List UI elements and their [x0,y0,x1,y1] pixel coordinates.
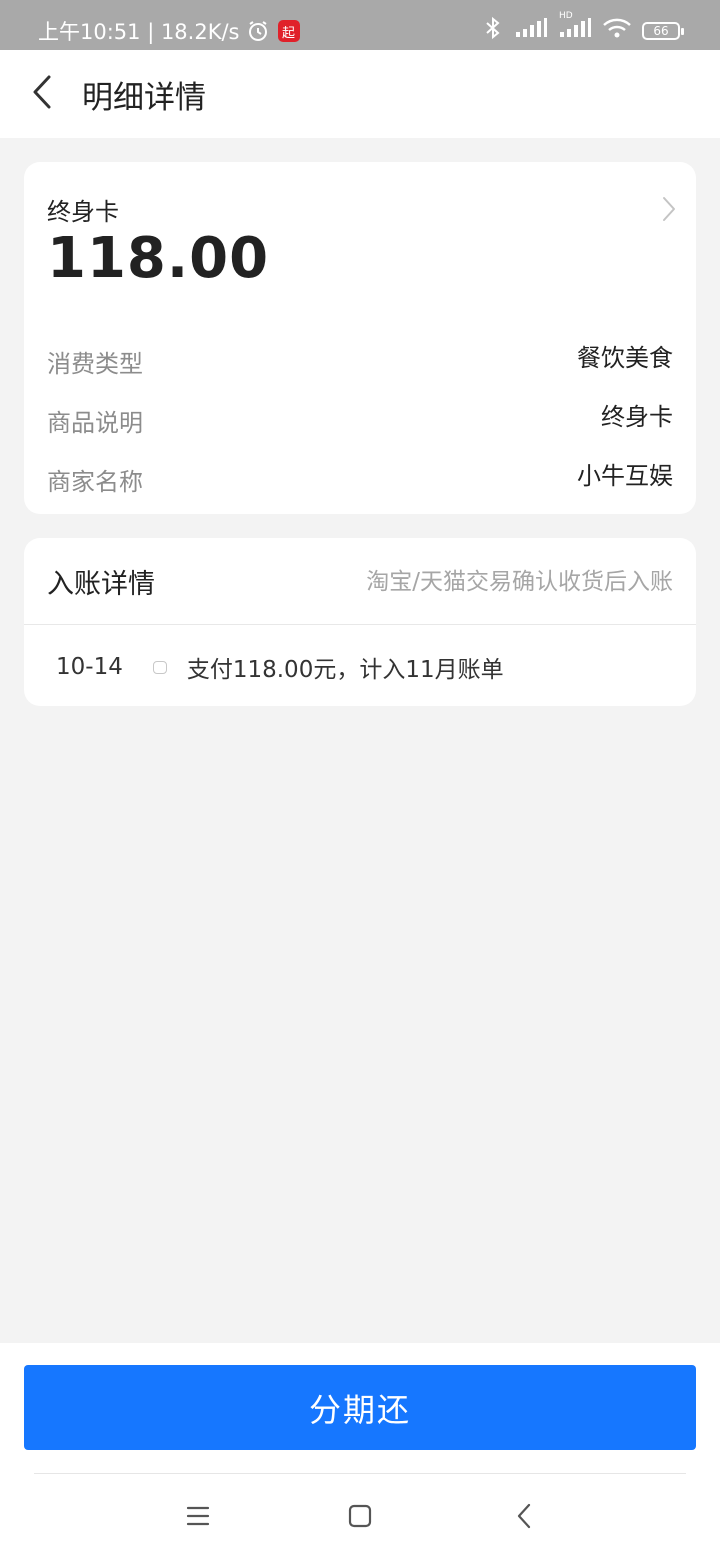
ledger-date: 10-14 [56,654,123,680]
signal-icon [514,17,548,44]
divider [24,624,696,625]
info-value: 终身卡 [601,403,673,431]
chevron-right-icon[interactable] [662,196,676,226]
wifi-icon [602,17,632,44]
status-time: 上午10:51 | 18.2K/s [38,20,240,44]
nav-menu-button[interactable] [173,1493,223,1543]
nav-back-button[interactable] [499,1493,549,1543]
ledger-entry: 10-14 支付118.00元，计入11月账单 [56,650,504,684]
ledger-note: 淘宝/天猫交易确认收货后入账 [366,569,673,595]
status-left: 上午10:51 | 18.2K/s 起 [38,16,300,46]
info-row-description: 商品说明 终身卡 [47,397,673,437]
nav-divider [34,1473,686,1474]
bottom-area: 分期还 [0,1343,720,1560]
ledger-text: 支付118.00元，计入11月账单 [186,657,504,683]
nav-home-button[interactable] [335,1493,385,1543]
hd-label: HD [559,11,573,21]
info-row-category: 消费类型 餐饮美食 [47,338,673,378]
home-square-icon [348,1504,372,1532]
info-value: 餐饮美食 [577,344,673,372]
app-badge-icon: 起 [277,20,300,42]
header: 明细详情 [0,50,720,138]
info-row-merchant: 商家名称 小牛互娱 [47,456,673,496]
back-button[interactable] [22,74,62,114]
status-right: HD 66 [482,11,684,45]
info-label: 消费类型 [47,350,143,378]
alarm-icon [246,19,270,43]
product-name: 终身卡 [47,198,119,226]
page-title: 明细详情 [82,80,206,116]
info-label: 商品说明 [47,409,143,437]
info-label: 商家名称 [47,468,143,496]
status-bar: 上午10:51 | 18.2K/s 起 HD 66 [0,0,720,50]
ledger-title: 入账详情 [47,569,155,600]
bluetooth-icon [482,16,504,45]
menu-icon [186,1505,210,1531]
timeline-dot-icon [152,660,167,674]
installment-button[interactable]: 分期还 [24,1365,696,1450]
summary-card[interactable]: 终身卡 118.00 消费类型 餐饮美食 商品说明 终身卡 商家名称 小牛互娱 [24,162,696,514]
battery-icon: 66 [642,21,684,40]
ledger-card: 入账详情 淘宝/天猫交易确认收货后入账 10-14 支付118.00元，计入11… [24,538,696,706]
back-icon [516,1503,532,1533]
signal-hd-icon: HD [558,11,592,44]
info-value: 小牛互娱 [577,462,673,490]
back-arrow-icon [30,74,54,114]
amount: 118.00 [47,226,270,291]
